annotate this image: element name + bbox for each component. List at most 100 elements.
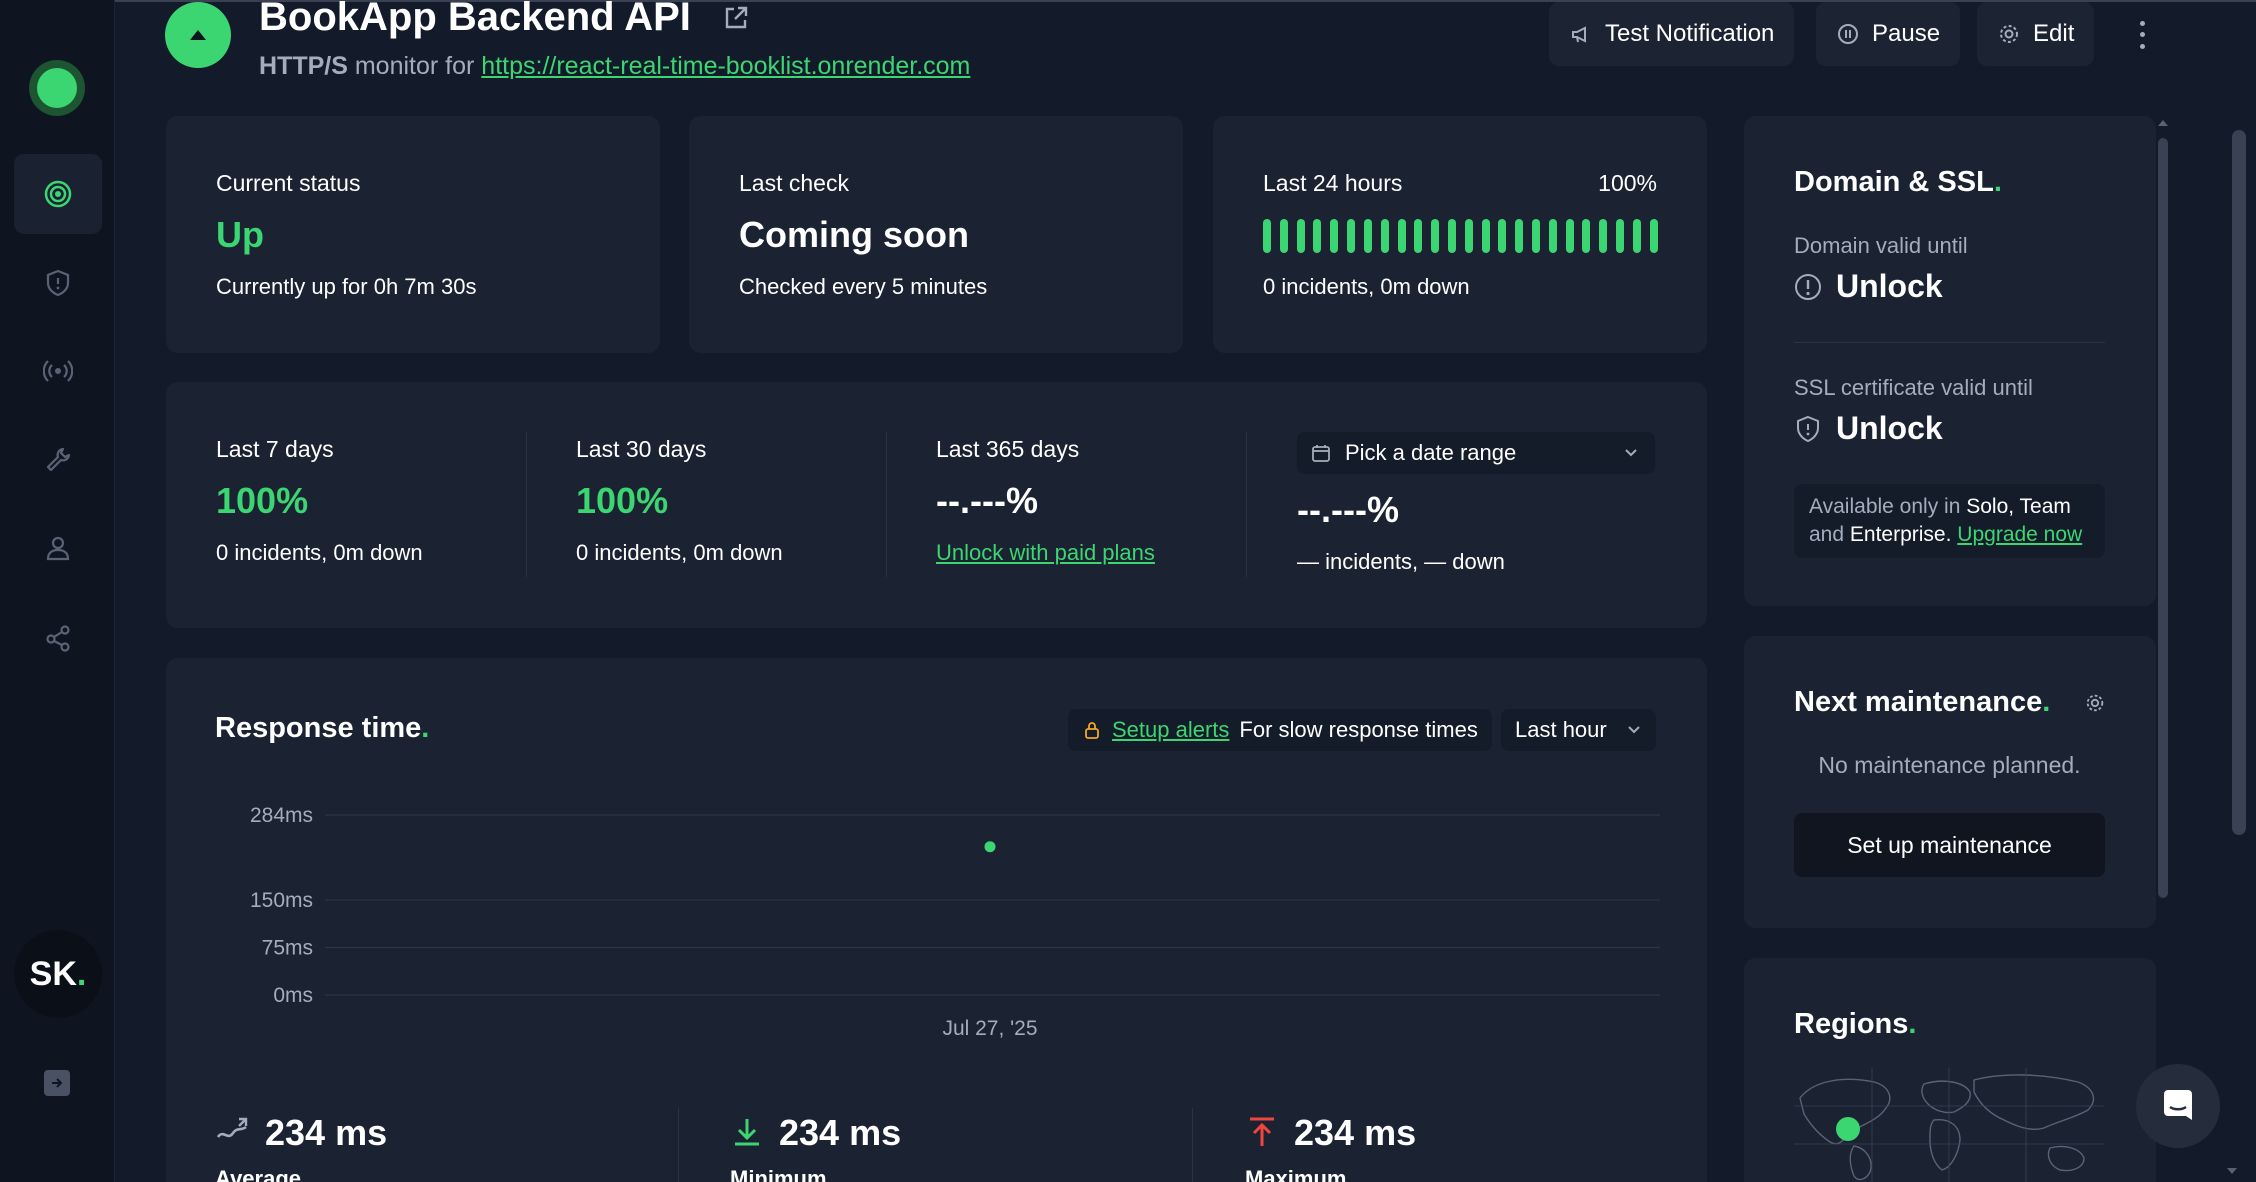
uptime-bar[interactable] — [1296, 219, 1305, 253]
uptime-bar[interactable] — [1447, 219, 1456, 253]
custom-range-value: --.---% — [1297, 489, 1399, 530]
ssl-valid-label: SSL certificate valid until — [1794, 375, 2033, 400]
download-arrow-icon — [735, 1119, 759, 1146]
test-notification-button[interactable]: Test Notification — [1549, 2, 1795, 66]
chat-icon — [2164, 1090, 2192, 1120]
current-status-label: Current status — [216, 170, 361, 196]
sidebar-item-monitoring[interactable] — [14, 154, 102, 234]
scroll-up-arrow[interactable] — [2158, 120, 2168, 126]
data-point[interactable] — [981, 838, 999, 856]
uptime-bars — [1263, 219, 1658, 253]
last-7-days-value: 100% — [216, 480, 309, 521]
avail-and: and — [1809, 523, 1845, 546]
uptime-bar[interactable] — [1632, 219, 1641, 253]
uptime-bar[interactable] — [1616, 219, 1625, 253]
y-tick-label: 150ms — [250, 889, 313, 912]
domain-valid-value: Unlock — [1794, 268, 1943, 305]
maintenance-title: Next maintenance. — [1794, 686, 2050, 719]
uptime-bar[interactable] — [1313, 219, 1322, 253]
uptime-bar[interactable] — [1414, 219, 1423, 253]
scroll-down-arrow[interactable] — [2227, 1168, 2237, 1174]
logo[interactable] — [29, 60, 85, 116]
uptime-bar[interactable] — [1599, 219, 1608, 253]
uptime-bar[interactable] — [1380, 219, 1389, 253]
setup-maintenance-button[interactable]: Set up maintenance — [1794, 813, 2105, 877]
uptime-bar[interactable] — [1515, 219, 1524, 253]
avail-prefix: Available only in — [1809, 495, 1961, 518]
title-dot: . — [2042, 686, 2051, 718]
regions-title-text: Regions — [1794, 1008, 1909, 1040]
slow-response-text: For slow response times — [1239, 717, 1478, 742]
time-range-select[interactable]: Last hour — [1501, 709, 1656, 751]
y-tick-label: 0ms — [273, 984, 313, 1007]
integrations-icon — [46, 625, 70, 652]
uptime-bar[interactable] — [1363, 219, 1372, 253]
uptime-bar[interactable] — [1582, 219, 1591, 253]
sidebar-item-incidents[interactable] — [14, 243, 102, 323]
last-30-days-label: Last 30 days — [576, 436, 707, 462]
sidebar-item-team[interactable] — [14, 508, 102, 588]
uptime-bar[interactable] — [1464, 219, 1473, 253]
domain-ssl-title: Domain & SSL. — [1794, 166, 2002, 199]
average-value: 234 ms — [265, 1112, 388, 1153]
setup-alerts-link[interactable]: Setup alerts — [1112, 717, 1229, 743]
last-24h-percent: 100% — [1598, 170, 1657, 196]
last-check-value: Coming soon — [739, 214, 969, 255]
response-time-title-text: Response time — [215, 712, 422, 744]
monitoring-icon — [44, 180, 72, 208]
edit-button[interactable]: Edit — [1977, 2, 2095, 66]
external-link-icon[interactable] — [722, 4, 750, 32]
title-dot: . — [1908, 1008, 1917, 1040]
setup-alerts-chip: Setup alerts For slow response times — [1068, 709, 1492, 751]
domain-unlock-text[interactable]: Unlock — [1836, 268, 1943, 305]
uptime-bar[interactable] — [1498, 219, 1507, 253]
world-map — [1794, 1068, 2104, 1182]
monitor-subtitle: HTTP/S monitor for https://react-real-ti… — [259, 52, 970, 81]
page-scrollbar[interactable] — [2232, 130, 2246, 835]
avail-plan2: Enterprise — [1849, 523, 1946, 546]
uptime-bar[interactable] — [1548, 219, 1557, 253]
uptime-bar[interactable] — [1565, 219, 1574, 253]
sidebar-item-maintenance[interactable] — [14, 420, 102, 500]
date-range-picker[interactable]: Pick a date range — [1297, 432, 1655, 474]
ssl-unlock-text[interactable]: Unlock — [1836, 410, 1943, 447]
monitor-for-text: monitor for — [354, 52, 475, 80]
monitor-url-link[interactable]: https://react-real-time-booklist.onrende… — [481, 52, 970, 80]
current-status-value: Up — [216, 214, 264, 255]
uptime-bar[interactable] — [1532, 219, 1540, 253]
avatar[interactable]: SK. — [14, 930, 102, 1018]
uptime-bar[interactable] — [1347, 219, 1356, 253]
unlock-paid-plans-link[interactable]: Unlock with paid plans — [936, 540, 1155, 566]
lock-icon — [1085, 722, 1099, 739]
uptime-bar[interactable] — [1279, 219, 1288, 253]
uptime-bar[interactable] — [1330, 219, 1339, 253]
sidebar-item-status-pages[interactable] — [14, 331, 102, 411]
last-30-days-value: 100% — [576, 480, 669, 521]
uptime-bar[interactable] — [1397, 219, 1406, 253]
more-options-icon[interactable] — [2130, 18, 2154, 52]
gear-icon[interactable] — [2084, 692, 2106, 714]
uptime-bar[interactable] — [1481, 219, 1490, 253]
shield-icon — [1797, 415, 1819, 442]
plans-notice: Available only in Solo, Team and Enterpr… — [1794, 484, 2105, 558]
pause-button[interactable]: Pause — [1816, 2, 1961, 66]
collapse-sidebar-button[interactable] — [44, 1070, 70, 1096]
average-icon — [216, 1117, 248, 1138]
uptime-bar[interactable] — [1649, 219, 1658, 253]
edit-label: Edit — [2033, 20, 2075, 47]
calendar-icon — [1312, 445, 1330, 462]
domain-ssl-title-text: Domain & SSL — [1794, 166, 1994, 198]
test-notification-label: Test Notification — [1605, 20, 1775, 47]
avail-plan1: Solo, Team — [1966, 495, 2071, 518]
uptime-bar[interactable] — [1263, 219, 1271, 253]
sidebar-item-integrations[interactable] — [14, 597, 102, 677]
chevron-down-icon — [1625, 449, 1637, 457]
last-7-days-incidents: 0 incidents, 0m down — [216, 540, 423, 565]
y-tick-label: 75ms — [262, 936, 313, 959]
maintenance-title-text: Next maintenance — [1794, 686, 2043, 718]
inner-scrollbar[interactable] — [2158, 138, 2168, 898]
minimum-label: Minimum — [730, 1166, 827, 1182]
upgrade-now-link[interactable]: Upgrade now — [1957, 523, 2082, 546]
uptime-bar[interactable] — [1431, 219, 1440, 253]
chat-button[interactable] — [2136, 1064, 2220, 1148]
